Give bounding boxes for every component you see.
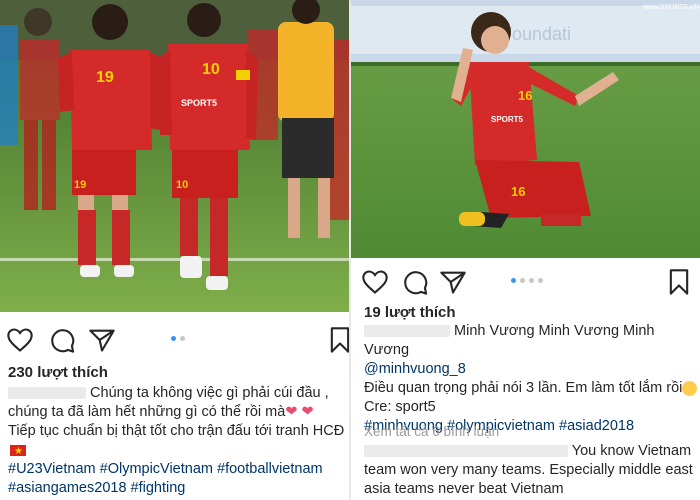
svg-text:SPORT5: SPORT5 [491, 115, 524, 124]
caption-line-1: Minh Vương Minh Vương Minh Vương [364, 323, 655, 358]
bookmark-icon[interactable] [665, 268, 693, 296]
heart-icon[interactable] [361, 268, 389, 296]
right-action-bar [351, 262, 700, 302]
right-post-photo[interactable]: Foundati www.SPORT5.VN 16 SPORT5 16 [351, 0, 700, 258]
svg-text:19: 19 [96, 69, 114, 86]
likes-count[interactable]: 19 lượt thích [364, 303, 700, 322]
svg-text:10: 10 [202, 61, 220, 78]
svg-text:10: 10 [176, 179, 188, 191]
caption-line-2: chúng ta đã làm hết những gì có thể rồi … [8, 404, 314, 420]
comment-line-1: You know Vietnam [364, 442, 698, 461]
carousel-dot [180, 336, 185, 341]
svg-text:19: 19 [74, 179, 86, 191]
watermark: www.SPORT5.VN [642, 4, 699, 11]
comment-line-3: asia teams never beat Vietnam [364, 481, 564, 497]
likes-count[interactable]: 230 lượt thích [8, 363, 346, 382]
carousel-dot [520, 278, 525, 283]
view-all-comments[interactable]: Xem tất cả 6 bình luận [364, 422, 700, 441]
right-post: Foundati www.SPORT5.VN 16 SPORT5 16 19 l… [351, 0, 700, 500]
hashtags[interactable]: #U23Vietnam #OlympicVietnam #footballvie… [8, 460, 346, 479]
comment-icon[interactable] [401, 268, 429, 296]
svg-text:SPORT5: SPORT5 [181, 98, 217, 108]
comment-icon[interactable] [48, 326, 76, 354]
carousel-dot [538, 278, 543, 283]
caption-line-1: Chúng ta không việc gì phải cúi đầu , [8, 384, 346, 403]
comment-line-2: team won very many teams. Especially mid… [364, 462, 693, 478]
heart-emoji: ❤ [301, 404, 314, 420]
hashtags[interactable]: #asiangames2018 #fighting [8, 479, 346, 498]
carousel-dot [511, 278, 516, 283]
caption: Minh Vương Minh Vương Minh Vương @minhvu… [364, 322, 698, 436]
carousel-indicator [171, 336, 185, 344]
carousel-dot [171, 336, 176, 341]
bookmark-icon[interactable] [326, 326, 349, 354]
left-post-photo[interactable]: 19 19 10 SPORT5 10 [0, 0, 349, 312]
share-icon[interactable] [439, 268, 467, 296]
left-action-bar [0, 320, 349, 360]
caption: Chúng ta không việc gì phải cúi đầu , ch… [8, 384, 346, 498]
svg-text:Foundati: Foundati [501, 24, 571, 44]
carousel-dot [529, 278, 534, 283]
caption-line-3: Điều quan trọng phải nói 3 lần. Em làm t… [364, 379, 698, 398]
commenter-blurred[interactable] [364, 445, 568, 458]
username-blurred[interactable] [364, 325, 450, 338]
carousel-indicator [511, 278, 543, 286]
svg-text:16: 16 [518, 88, 532, 103]
share-icon[interactable] [88, 326, 116, 354]
caption-line-4 [8, 441, 346, 461]
username-blurred[interactable] [8, 387, 86, 400]
smile-emoji [682, 380, 698, 396]
mention[interactable]: @minhvuong_8 [364, 360, 698, 379]
left-post: 19 19 10 SPORT5 10 230 lượt thích Chúng … [0, 0, 349, 500]
heart-emoji: ❤ [285, 404, 298, 420]
heart-icon[interactable] [6, 326, 34, 354]
svg-text:16: 16 [511, 184, 525, 199]
flag-icon [10, 442, 26, 461]
credit: Cre: sport5 [364, 399, 436, 415]
caption-line-3: Tiếp tục chuẩn bị thật tốt cho trận đấu … [8, 423, 345, 439]
comment: You know Vietnam team won very many team… [364, 442, 698, 499]
